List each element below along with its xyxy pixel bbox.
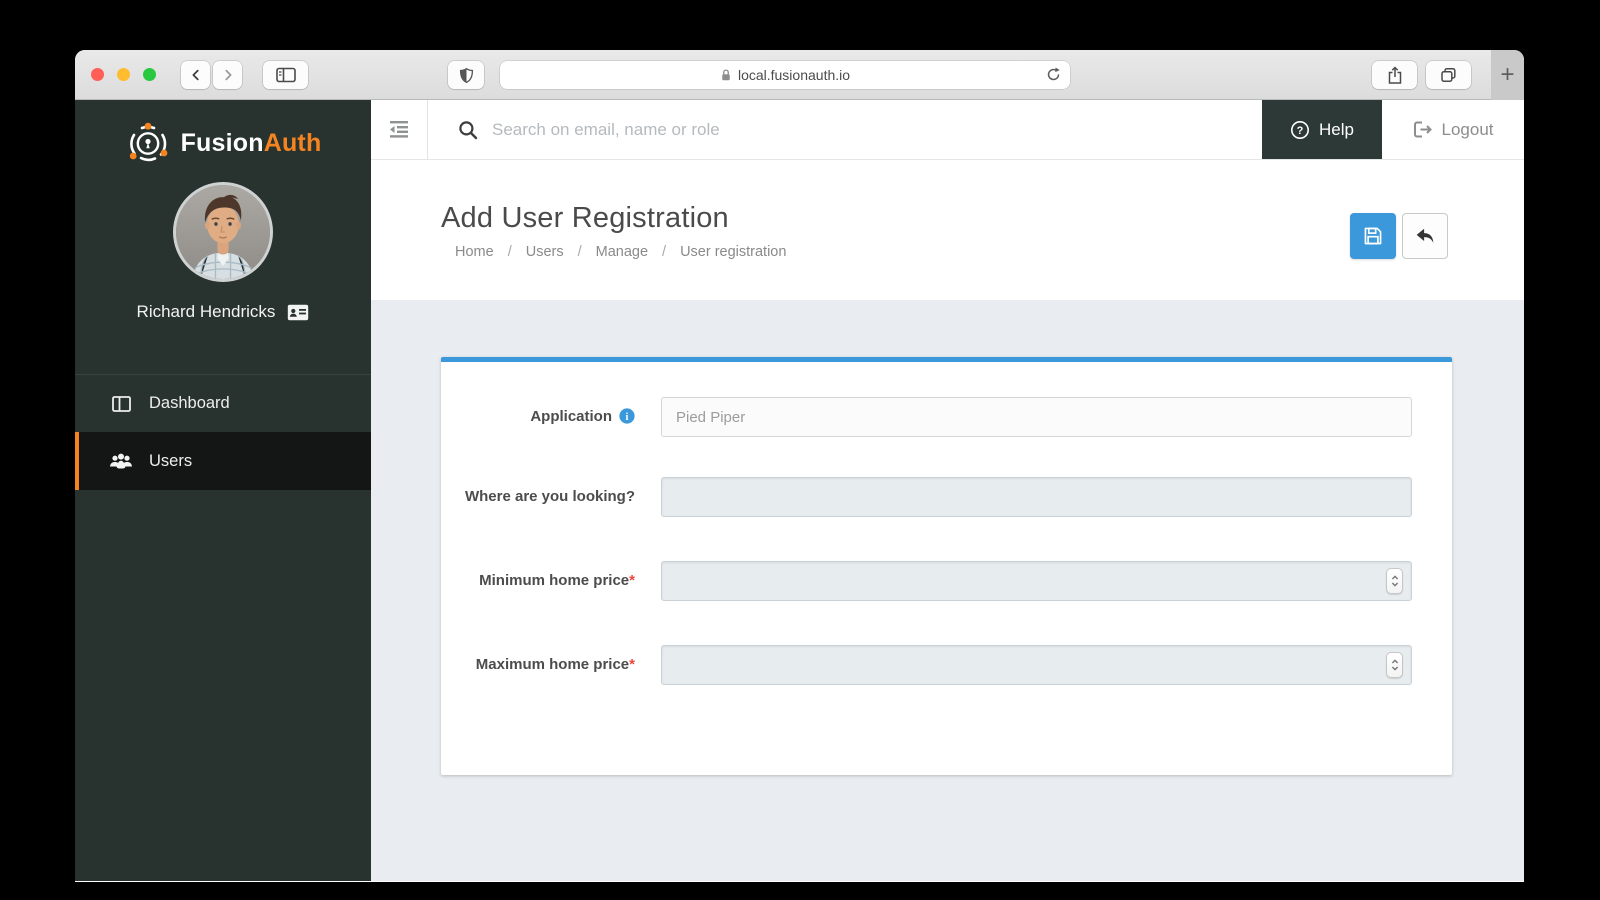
share-icon: [1388, 65, 1401, 84]
privacy-shield-button[interactable]: [448, 61, 484, 89]
fusionauth-logo[interactable]: FusionAuth: [75, 120, 371, 166]
sidebar-nav: Dashboard Users: [75, 374, 371, 490]
floppy-disk-icon: [1364, 227, 1382, 245]
sidebar-item-label: Users: [149, 451, 193, 470]
minimum-price-input[interactable]: [661, 561, 1412, 601]
application-input[interactable]: [661, 397, 1412, 437]
sign-out-icon: [1413, 121, 1432, 138]
browser-toolbar: local.fusionauth.io +: [75, 50, 1524, 100]
share-button[interactable]: [1372, 61, 1417, 89]
traffic-lights: [91, 68, 156, 81]
id-card-icon[interactable]: [287, 304, 309, 321]
form-row-where-looking: Where are you looking?: [441, 477, 1412, 517]
user-portrait: [176, 185, 270, 279]
stepper-chevrons-icon: [1391, 575, 1398, 587]
tab-overview-button[interactable]: [1426, 61, 1471, 89]
question-circle-icon: ?: [1291, 120, 1310, 139]
sidebar-item-label: Dashboard: [149, 394, 230, 412]
user-name: Richard Hendricks: [136, 302, 276, 321]
chevron-left-icon: [192, 69, 199, 81]
shield-icon: [459, 67, 473, 83]
search-input[interactable]: [492, 119, 1262, 140]
svg-text:?: ?: [1297, 125, 1304, 137]
avatar: [173, 182, 273, 282]
form-row-minimum-price: Minimum home price*: [441, 561, 1412, 601]
close-window-button[interactable]: [91, 68, 104, 81]
save-button[interactable]: [1350, 213, 1396, 259]
refresh-button[interactable]: [1045, 66, 1062, 86]
form-row-application: Application i: [441, 397, 1412, 437]
refresh-icon: [1047, 67, 1060, 81]
form-row-maximum-price: Maximum home price*: [441, 645, 1412, 685]
new-tab-button[interactable]: +: [1491, 50, 1524, 100]
browser-window: local.fusionauth.io + FusionAuth Richard…: [75, 50, 1524, 882]
help-label: Help: [1319, 119, 1354, 139]
sidebar-item-dashboard[interactable]: Dashboard: [75, 374, 371, 432]
info-icon[interactable]: i: [619, 408, 635, 432]
search-icon: [459, 120, 478, 139]
sidebar-item-users[interactable]: Users: [75, 432, 371, 490]
breadcrumb-home[interactable]: Home: [455, 244, 494, 260]
tabs-icon: [1441, 67, 1456, 82]
stepper-chevrons-icon: [1391, 659, 1398, 671]
users-icon: [109, 452, 133, 470]
collapse-menu-button[interactable]: [371, 100, 428, 159]
application-label: Application: [530, 408, 612, 425]
history-back-button[interactable]: [181, 61, 210, 89]
registration-form-card: Application i Where are you looking?: [441, 357, 1452, 775]
go-back-button[interactable]: [1402, 213, 1448, 259]
breadcrumb-users[interactable]: Users: [526, 244, 564, 260]
required-marker: *: [629, 572, 635, 589]
where-looking-label: Where are you looking?: [464, 488, 635, 505]
outdent-icon: [390, 121, 408, 138]
chevron-right-icon: [224, 69, 231, 81]
undo-arrow-icon: [1416, 228, 1434, 243]
required-marker: *: [629, 656, 635, 673]
page-header: Add User Registration Home / Users / Manag…: [371, 160, 1524, 300]
sidebar: FusionAuth Richard Hendricks Dashboard U…: [75, 100, 371, 881]
plus-icon: +: [1500, 61, 1515, 88]
svg-text:i: i: [626, 412, 629, 423]
number-stepper[interactable]: [1386, 652, 1403, 678]
fusionauth-app: FusionAuth Richard Hendricks Dashboard U…: [75, 100, 1524, 881]
fusionauth-emblem-icon: [129, 122, 167, 162]
minimize-window-button[interactable]: [117, 68, 130, 81]
address-bar[interactable]: local.fusionauth.io: [500, 61, 1070, 89]
breadcrumb-manage[interactable]: Manage: [596, 244, 648, 260]
search-bar: [428, 119, 1262, 140]
sidebar-panel-icon: [275, 67, 296, 83]
zoom-window-button[interactable]: [143, 68, 156, 81]
history-forward-button[interactable]: [213, 61, 242, 89]
breadcrumb-current: User registration: [680, 244, 787, 260]
lock-icon: [720, 68, 732, 82]
logout-label: Logout: [1441, 119, 1494, 139]
maximum-price-input[interactable]: [661, 645, 1412, 685]
desktop-background: local.fusionauth.io + FusionAuth Richard…: [0, 0, 1600, 900]
dashboard-icon: [109, 395, 133, 412]
minimum-price-label: Minimum home price: [479, 572, 630, 589]
main-area: ? Help Logout Add User Registration Home…: [371, 100, 1524, 881]
maximum-price-label: Maximum home price: [475, 656, 630, 673]
help-button[interactable]: ? Help: [1262, 100, 1382, 159]
topbar: ? Help Logout: [371, 100, 1524, 160]
number-stepper[interactable]: [1386, 568, 1403, 594]
content-area: Application i Where are you looking?: [371, 300, 1524, 881]
logout-button[interactable]: Logout: [1382, 100, 1524, 159]
where-looking-input[interactable]: [661, 477, 1412, 517]
page-actions: [1350, 213, 1448, 259]
sidebar-toggle-button[interactable]: [263, 61, 308, 89]
brand-wordmark: FusionAuth: [180, 128, 322, 157]
url-text: local.fusionauth.io: [737, 67, 851, 83]
